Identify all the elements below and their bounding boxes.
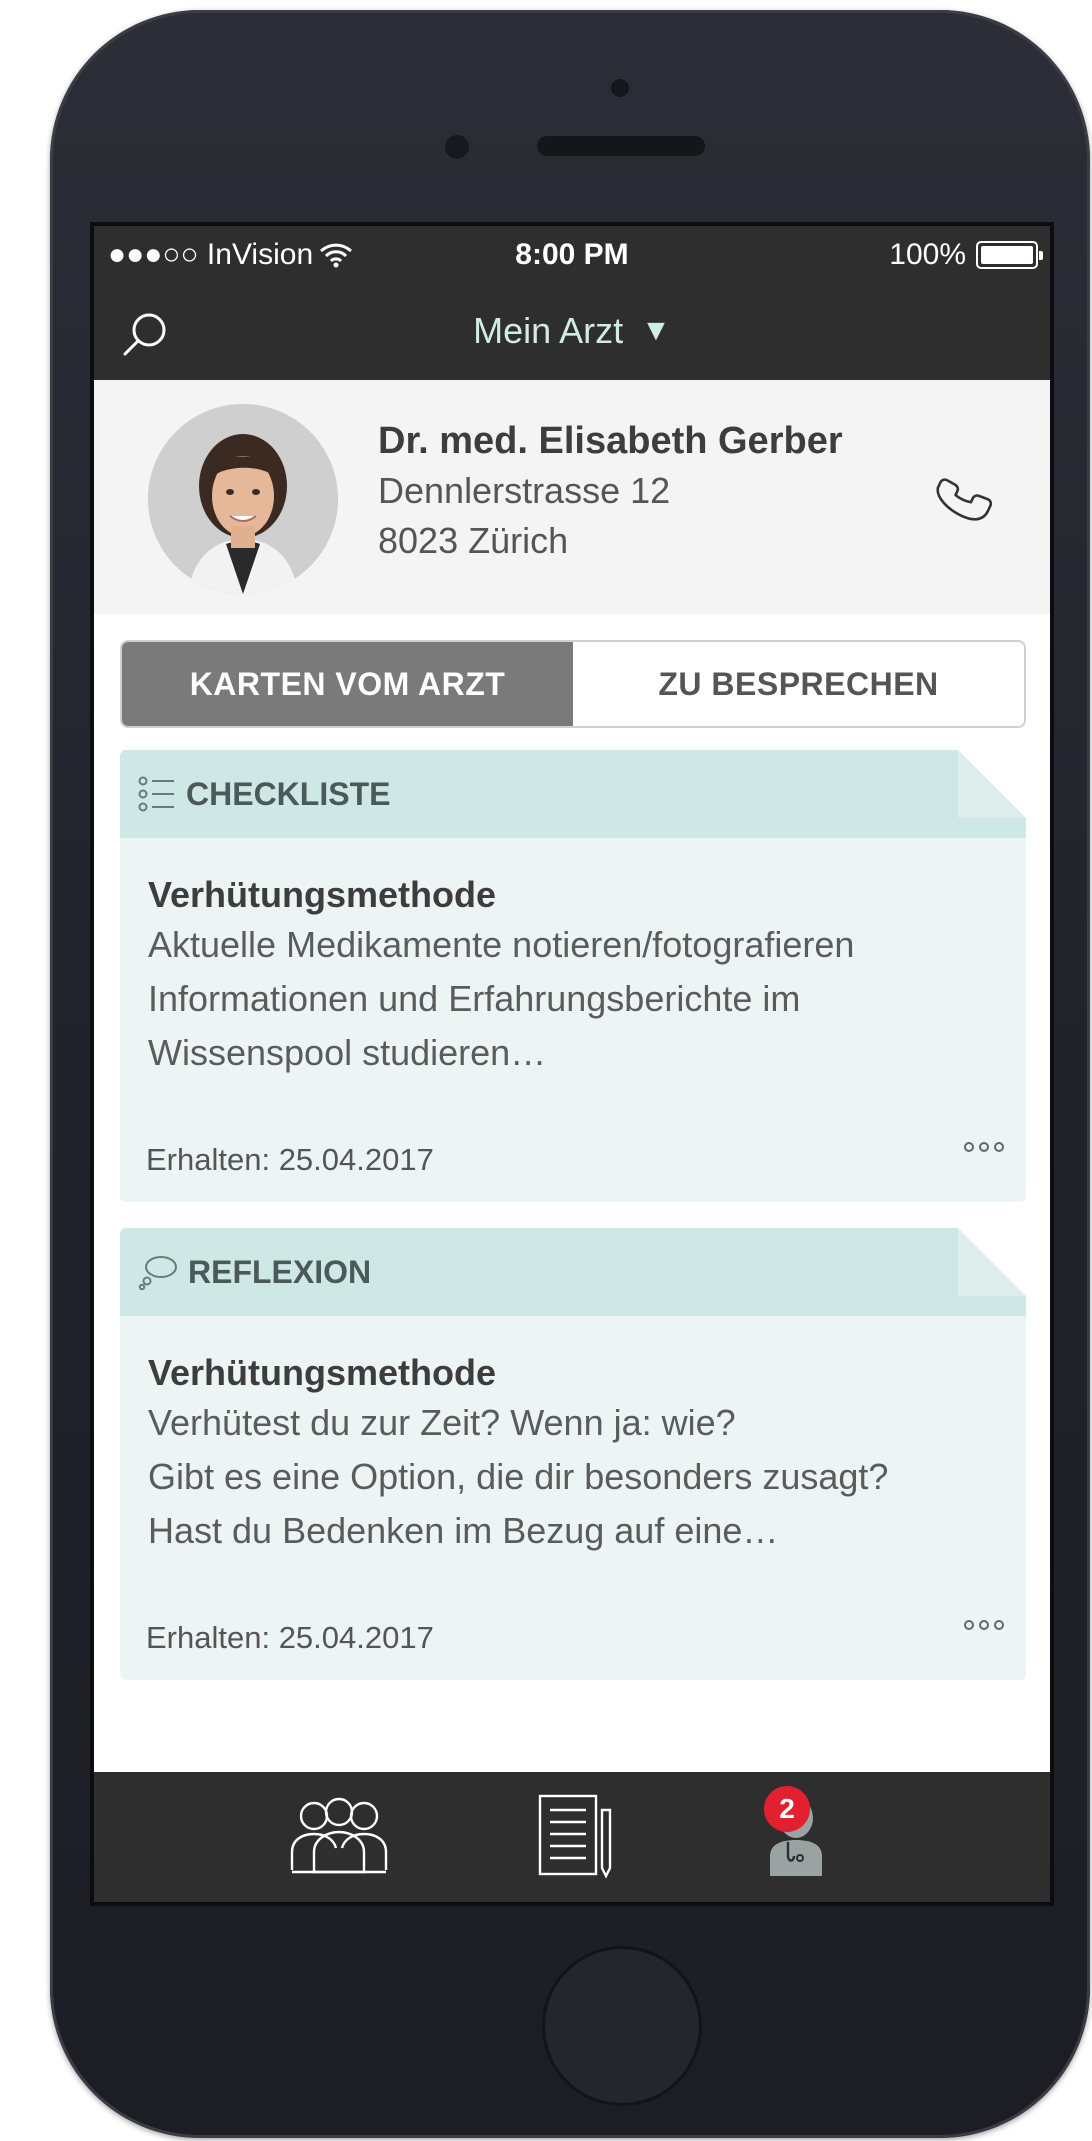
card-title: Verhütungsmethode [148,1352,497,1393]
status-bar: ●●●○○ InVision 8:00 PM 100% [94,226,1050,284]
card-header: CHECKLISTE [120,750,1026,838]
phone-icon[interactable] [922,450,1006,534]
notes-icon[interactable] [518,1790,628,1882]
card-received-date: Erhalten: 25.04.2017 [146,1142,434,1177]
card-tabs: KARTEN VOM ARZT ZU BESPRECHEN [120,640,1026,728]
card-title: Verhütungsmethode [148,874,497,915]
community-icon[interactable] [284,1790,394,1882]
card-reflexion[interactable]: REFLEXION Verhütungsmethode Verhütest du… [120,1228,1026,1680]
card-text-line: Gibt es eine Option, die dir besonders z… [148,1456,889,1497]
bottom-tab-bar: 2 [94,1772,1050,1902]
doctor-street: Dennlerstrasse 12 [378,470,671,511]
doctor-city: 8023 Zürich [378,520,569,561]
card-checkliste[interactable]: CHECKLISTE Verhütungsmethode Aktuelle Me… [120,750,1026,1202]
page-title-dropdown[interactable]: Mein Arzt ▼ [94,310,1050,352]
battery-percent: 100% [889,238,966,271]
battery-icon [976,241,1043,269]
home-button[interactable] [542,1946,702,2106]
doctor-header: Dr. med. Elisabeth Gerber Dennlerstrasse… [94,380,1050,614]
app-screen: ●●●○○ InVision 8:00 PM 100% Mein Arzt ▼ [90,222,1054,1906]
card-received-date: Erhalten: 25.04.2017 [146,1620,434,1655]
page-title: Mein Arzt [473,310,624,351]
card-text-line: Informationen und Erfahrungsberichte im [148,978,801,1019]
card-header: REFLEXION [120,1228,1026,1316]
checklist-icon [138,776,174,812]
more-options-icon[interactable] [964,1142,1004,1152]
proximity-sensor [442,132,472,162]
card-text-line: Hast du Bedenken im Bezug auf eine… [148,1510,779,1551]
caret-down-icon: ▼ [641,314,671,347]
doctor-avatar [148,404,338,594]
doctor-name: Dr. med. Elisabeth Gerber [378,420,843,462]
card-type-label: REFLEXION [188,1253,372,1290]
page-fold-decoration [958,750,1026,818]
front-camera [608,76,632,100]
thought-bubble-icon [138,1256,177,1291]
page-fold-decoration [958,1228,1026,1296]
tab-karten-vom-arzt[interactable]: KARTEN VOM ARZT [122,642,573,726]
more-options-icon[interactable] [964,1620,1004,1630]
navigation-bar: Mein Arzt ▼ [94,284,1050,380]
earpiece-speaker [537,136,705,156]
card-text-line: Verhütest du zur Zeit? Wenn ja: wie? [148,1402,736,1443]
battery-indicator: 100% [889,238,1043,272]
tab-zu-besprechen[interactable]: ZU BESPRECHEN [573,642,1024,726]
card-text-line: Aktuelle Medikamente notieren/fotografie… [148,924,855,965]
notification-badge: 2 [764,1786,810,1832]
card-type-label: CHECKLISTE [186,775,391,812]
card-text-line: Wissenspool studieren… [148,1032,547,1073]
